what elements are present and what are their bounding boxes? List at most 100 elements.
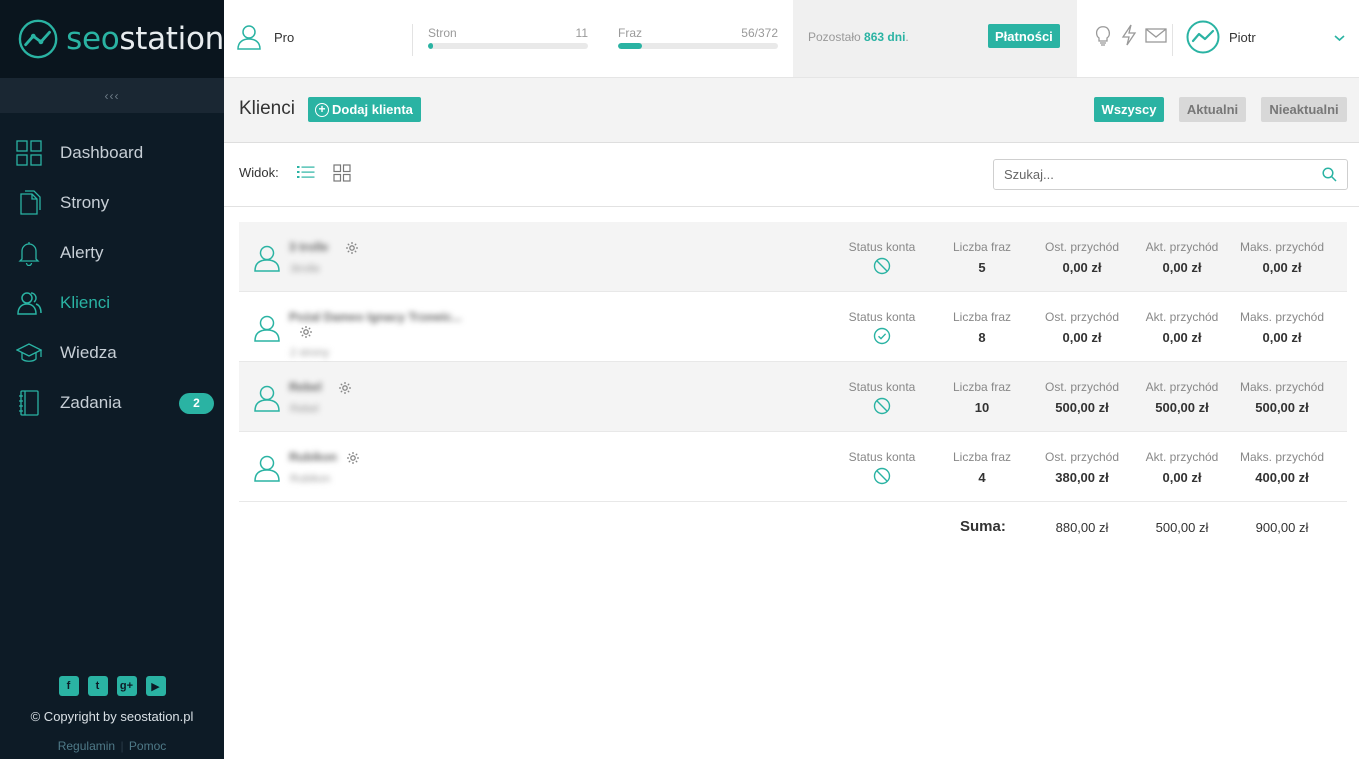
active-check-icon [832, 327, 932, 345]
sidebar-item-dashboard[interactable]: Dashboard [0, 128, 224, 178]
phrases-label: Liczba fraz [952, 380, 1012, 394]
client-subtitle: Rubikon [290, 473, 331, 485]
client-name[interactable]: Rebel [289, 380, 322, 394]
max-income-column: Maks. przychód 400,00 zł [1232, 450, 1332, 485]
copyright-text: © Copyright by seostation.pl [30, 709, 194, 724]
help-link[interactable]: Pomoc [129, 739, 166, 753]
current-income-value: 500,00 zł [1155, 400, 1209, 415]
twitter-icon[interactable]: t [87, 676, 108, 696]
lightbulb-icon[interactable] [1093, 24, 1113, 49]
settings-gear-icon[interactable] [299, 325, 313, 342]
pages-icon [16, 190, 42, 216]
list-view-icon[interactable] [297, 165, 315, 182]
search-input[interactable] [1004, 160, 1314, 189]
sidebar-item-label: Zadania [60, 393, 122, 412]
last-income-column: Ost. przychód 0,00 zł [1032, 310, 1132, 345]
tasks-count-badge: 2 [179, 392, 214, 414]
top-bar: Pro Stron 11 Fraz 56/372 Pozostało 863 dni… [224, 0, 1359, 78]
max-income-value: 0,00 zł [1262, 260, 1302, 275]
mail-icon[interactable] [1145, 24, 1167, 49]
client-row[interactable]: 3 trolle 3trolle Status konta Liczba fra… [239, 222, 1347, 292]
chevron-down-icon[interactable] [1334, 30, 1345, 45]
add-client-label: Dodaj klienta [332, 102, 413, 117]
filter-current-button[interactable]: Aktualni [1179, 97, 1246, 122]
last-income-label: Ost. przychód [1044, 240, 1120, 254]
max-income-value: 0,00 zł [1262, 330, 1302, 345]
search-icon[interactable] [1322, 167, 1337, 185]
facebook-icon[interactable]: f [58, 676, 79, 696]
settings-gear-icon[interactable] [345, 241, 359, 258]
collapse-arrows-icon: ‹‹‹ [104, 88, 120, 103]
youtube-icon[interactable]: ▶ [145, 676, 166, 696]
pages-usage: Stron 11 [428, 26, 588, 49]
user-avatar-icon [1186, 20, 1220, 54]
logo-chart-icon [18, 19, 58, 59]
client-row[interactable]: Rubikon Rubikon Status konta Liczba fraz… [239, 432, 1347, 502]
payments-button[interactable]: Płatności [988, 24, 1060, 48]
sidebar-item-klienci[interactable]: Klienci [0, 278, 224, 328]
max-income-column: Maks. przychód 0,00 zł [1232, 240, 1332, 275]
client-name[interactable]: 3 trolle [289, 240, 328, 254]
summary-row: Suma: 880,00 zł 500,00 zł 900,00 zł [239, 502, 1347, 550]
client-avatar-icon [253, 454, 281, 485]
sum-max-income: 900,00 zł [1255, 520, 1309, 535]
user-name: Piotr [1229, 29, 1256, 45]
status-label: Status konta [848, 450, 916, 464]
terms-link[interactable]: Regulamin [58, 739, 115, 753]
current-income-value: 0,00 zł [1162, 260, 1202, 275]
plus-circle-icon: + [315, 102, 329, 117]
sidebar-item-label: Alerty [60, 243, 104, 262]
phrases-label: Liczba fraz [952, 450, 1012, 464]
client-row[interactable]: Rebel Rebel Status konta Liczba fraz 10 … [239, 362, 1347, 432]
clients-icon [16, 290, 42, 316]
current-income-column: Akt. przychód 0,00 zł [1132, 310, 1232, 345]
add-client-button[interactable]: + Dodaj klienta [308, 97, 421, 122]
settings-gear-icon[interactable] [346, 451, 360, 468]
last-income-column: Ost. przychód 380,00 zł [1032, 450, 1132, 485]
divider [1172, 24, 1173, 56]
grid-view-icon[interactable] [333, 164, 351, 185]
view-label: Widok: [239, 165, 279, 180]
current-income-value: 0,00 zł [1162, 330, 1202, 345]
sidebar-collapse-button[interactable]: ‹‹‹ [0, 78, 224, 113]
settings-gear-icon[interactable] [338, 381, 352, 398]
bell-icon [16, 240, 42, 266]
user-icon [237, 25, 261, 50]
client-name[interactable]: Rubikon [289, 450, 337, 464]
phrases-column: Liczba fraz 4 [932, 450, 1032, 485]
clients-list: 3 trolle 3trolle Status konta Liczba fra… [239, 222, 1347, 502]
logo-text: seostation [66, 21, 224, 57]
sidebar-item-wiedza[interactable]: Wiedza [0, 328, 224, 378]
last-income-label: Ost. przychód [1044, 310, 1120, 324]
dashboard-grid-icon [16, 140, 42, 166]
client-row[interactable]: Pożal Dameo Ignacy Trzewic... 2 strony S… [239, 292, 1347, 362]
lightning-icon[interactable] [1119, 24, 1139, 49]
phrases-column: Liczba fraz 5 [932, 240, 1032, 275]
pages-progress-fill [428, 43, 433, 49]
client-subtitle: 3trolle [290, 263, 320, 275]
filter-all-button[interactable]: Wszyscy [1094, 97, 1164, 122]
max-income-label: Maks. przychód [1239, 380, 1325, 394]
filter-inactive-button[interactable]: Nieaktualni [1261, 97, 1347, 122]
last-income-value: 380,00 zł [1055, 470, 1109, 485]
sidebar-item-zadania[interactable]: Zadania 2 [0, 378, 224, 428]
max-income-value: 400,00 zł [1255, 470, 1309, 485]
phrases-column: Liczba fraz 8 [932, 310, 1032, 345]
view-toolbar: Widok: [224, 143, 1359, 207]
status-column: Status konta [832, 310, 932, 345]
client-name[interactable]: Pożal Dameo Ignacy Trzewic... [289, 310, 462, 324]
logo[interactable]: seostation [0, 0, 224, 78]
user-menu[interactable]: Piotr [1186, 20, 1256, 54]
subscription-box: Pozostało 863 dni. Płatności [793, 0, 1077, 77]
google-plus-icon[interactable]: g+ [116, 676, 137, 696]
sum-label: Suma: [960, 518, 1006, 535]
phrases-label: Liczba fraz [952, 240, 1012, 254]
sidebar-item-strony[interactable]: Strony [0, 178, 224, 228]
phrases-value: 56/372 [741, 26, 778, 40]
phrases-label: Fraz [618, 26, 642, 40]
remaining-days: Pozostało 863 dni. [808, 30, 909, 44]
last-income-value: 0,00 zł [1062, 260, 1102, 275]
sidebar-item-alerty[interactable]: Alerty [0, 228, 224, 278]
current-income-label: Akt. przychód [1145, 380, 1219, 394]
max-income-column: Maks. przychód 500,00 zł [1232, 380, 1332, 415]
